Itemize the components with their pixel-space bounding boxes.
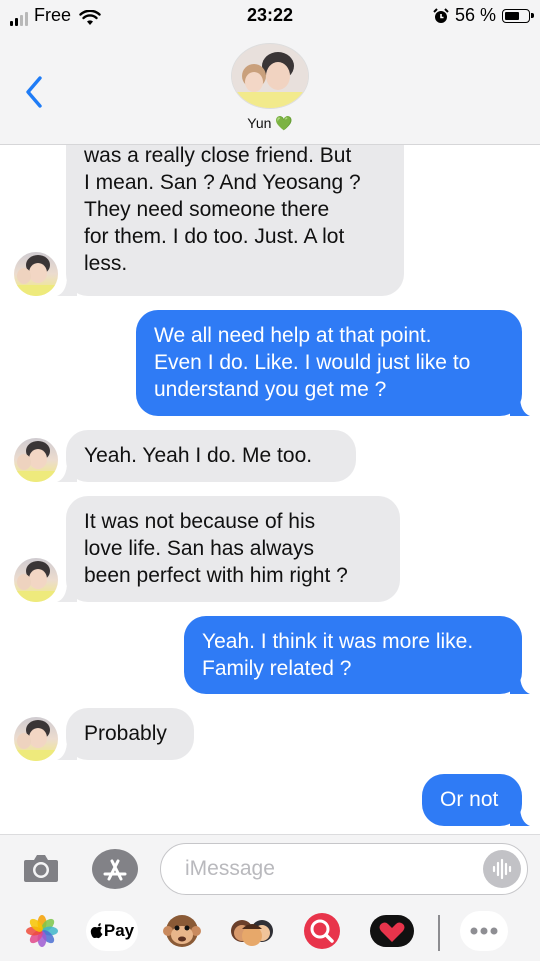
- bubble-tail: [510, 396, 530, 416]
- message-text-line: love life. San has always: [84, 537, 314, 560]
- more-apps-icon[interactable]: [460, 911, 508, 951]
- message-list[interactable]: was a really close friend. But I mean. S…: [0, 144, 540, 834]
- input-placeholder: iMessage: [185, 857, 275, 880]
- app-store-icon[interactable]: [92, 849, 138, 889]
- message-text-line: understand you get me ?: [154, 378, 387, 401]
- alarm-icon: [433, 7, 449, 23]
- contact-avatar-small[interactable]: [14, 438, 58, 482]
- outgoing-message-bubble[interactable]: We all need help at that point. Even I d…: [136, 310, 522, 416]
- contact-name[interactable]: Yun 💚: [0, 115, 540, 132]
- message-text-line: Yeah. Yeah I do. Me too.: [84, 444, 313, 467]
- green-heart-emoji: 💚: [275, 115, 293, 131]
- bubble-tail: [57, 582, 77, 602]
- message-text-line: was a really close friend. But: [84, 144, 352, 167]
- incoming-message-bubble[interactable]: was a really close friend. But I mean. S…: [66, 144, 404, 296]
- message-text-line: We all need help at that point.: [154, 324, 432, 347]
- photos-app-icon[interactable]: [18, 911, 66, 951]
- app-drawer-divider: [438, 915, 440, 951]
- contact-avatar-small[interactable]: [14, 252, 58, 296]
- message-text-line: Probably: [84, 722, 167, 745]
- battery-icon: [502, 8, 534, 23]
- contact-avatar-small[interactable]: [14, 717, 58, 761]
- bubble-tail: [57, 462, 77, 482]
- message-text-line: Family related ?: [202, 657, 352, 680]
- memoji-app-icon[interactable]: [228, 911, 276, 951]
- message-text-line: been perfect with him right ?: [84, 564, 348, 587]
- apple-logo-icon: [90, 923, 103, 939]
- imessage-input[interactable]: iMessage: [160, 843, 528, 895]
- message-text-line: Or not: [440, 788, 499, 811]
- message-text-line: less.: [84, 252, 128, 275]
- animoji-app-icon[interactable]: [158, 911, 206, 951]
- battery-percent: 56 %: [454, 5, 496, 25]
- outgoing-message-bubble[interactable]: Yeah. I think it was more like. Family r…: [184, 616, 522, 694]
- message-text-line: Even I do. Like. I would just like to: [154, 351, 471, 374]
- contact-avatar-small[interactable]: [14, 558, 58, 602]
- contact-name-text: Yun: [247, 115, 272, 131]
- bubble-tail: [57, 276, 77, 296]
- incoming-message-bubble[interactable]: Probably: [66, 708, 194, 760]
- status-bar: Free 23:22 56 %: [0, 0, 540, 32]
- bubble-tail: [57, 740, 77, 760]
- contact-avatar[interactable]: [232, 44, 308, 108]
- message-text-line: Yeah. I think it was more like.: [202, 630, 474, 653]
- app-drawer: Pay: [0, 907, 540, 961]
- message-text-line: I mean. San ? And Yeosang ?: [84, 171, 361, 194]
- back-chevron-icon[interactable]: [22, 74, 46, 110]
- incoming-message-bubble[interactable]: It was not because of his love life. San…: [66, 496, 400, 602]
- incoming-message-bubble[interactable]: Yeah. Yeah I do. Me too.: [66, 430, 356, 482]
- apple-pay-label: Pay: [103, 921, 135, 940]
- message-text-line: They need someone there: [84, 198, 330, 221]
- digital-touch-app-icon[interactable]: [368, 911, 416, 951]
- camera-icon[interactable]: [22, 851, 60, 885]
- audio-waveform-icon[interactable]: [483, 850, 521, 888]
- message-text-line: for them. I do too. Just. A lot: [84, 225, 345, 248]
- bubble-tail: [510, 806, 530, 826]
- message-text-line: It was not because of his: [84, 510, 316, 533]
- image-search-app-icon[interactable]: [298, 911, 346, 951]
- message-composer: iMessage Pay: [0, 834, 540, 961]
- apple-pay-app-icon[interactable]: Pay: [86, 911, 138, 951]
- bubble-tail: [510, 674, 530, 694]
- outgoing-message-bubble[interactable]: Or not: [422, 774, 522, 826]
